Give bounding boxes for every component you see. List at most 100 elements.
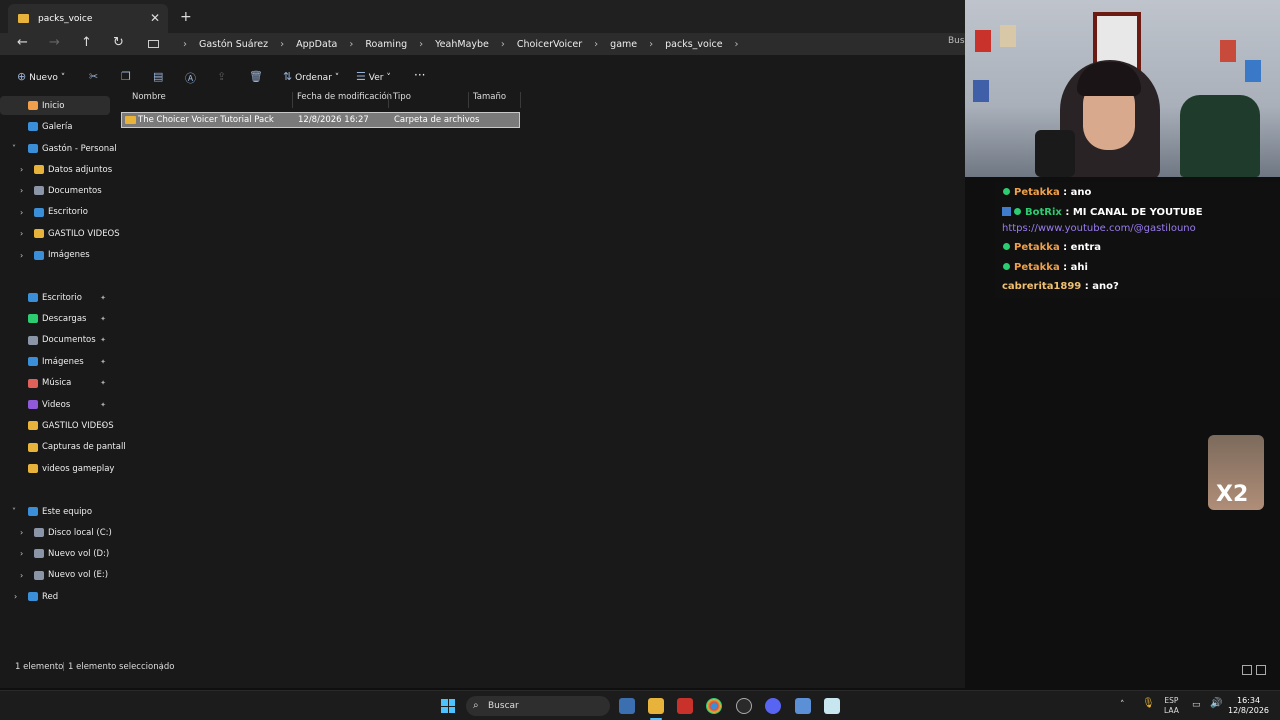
chevron-right-icon[interactable]: › xyxy=(280,39,284,50)
column-divider[interactable] xyxy=(520,92,521,108)
home-icon xyxy=(28,101,38,110)
chevron-right-icon[interactable]: › xyxy=(183,39,187,50)
microphone-icon[interactable]: 🎙 xyxy=(1142,699,1155,709)
chevron-right-icon[interactable]: › xyxy=(594,39,598,50)
column-type[interactable]: Tipo xyxy=(393,92,411,108)
chrome-app-icon[interactable] xyxy=(706,698,722,714)
app-icon[interactable] xyxy=(736,698,752,714)
sidebar-item[interactable]: › GASTILO VIDEOS xyxy=(0,224,120,243)
obs-app-icon[interactable] xyxy=(677,698,693,714)
tiles-view-icon[interactable] xyxy=(1256,665,1266,675)
sidebar-item[interactable]: Capturas de pantall xyxy=(0,438,126,457)
column-divider[interactable] xyxy=(468,92,469,108)
chevron-down-icon[interactable]: ˅ xyxy=(12,144,16,153)
chevron-right-icon[interactable]: › xyxy=(14,592,17,601)
sidebar-item[interactable]: › Nuevo vol (E:) xyxy=(0,566,110,585)
paste-icon[interactable]: ▤ xyxy=(153,70,163,83)
crumb-packs-voice[interactable]: packs_voice xyxy=(665,39,722,50)
notepad-app-icon[interactable] xyxy=(795,698,811,714)
chat-link[interactable]: https://www.youtube.com/@gastilouno xyxy=(1002,223,1196,234)
sort-button[interactable]: ⇅ Ordenar ˅ xyxy=(283,70,339,83)
sidebar-item[interactable]: Imágenes ✦ xyxy=(0,352,110,371)
new-tab-button[interactable]: + xyxy=(180,9,192,25)
refresh-button[interactable]: ↻ xyxy=(113,35,124,50)
sidebar-item[interactable]: Escritorio ✦ xyxy=(0,288,110,307)
sidebar-item[interactable]: ˅ Gastón - Personal xyxy=(0,139,117,158)
back-button[interactable]: ← xyxy=(17,35,28,50)
language-indicator[interactable]: ESP LAA xyxy=(1164,696,1179,716)
volume-icon[interactable]: 🔊 xyxy=(1210,699,1222,709)
cut-icon[interactable]: ✂ xyxy=(89,70,98,83)
sidebar-item[interactable]: Documentos ✦ xyxy=(0,331,110,350)
close-tab-icon[interactable]: ✕ xyxy=(150,11,160,25)
sidebar-item[interactable]: › Nuevo vol (D:) xyxy=(0,544,110,563)
tab-packs-voice[interactable]: packs_voice ✕ xyxy=(8,4,168,33)
column-divider[interactable] xyxy=(292,92,293,108)
chevron-right-icon[interactable]: › xyxy=(419,39,423,50)
share-icon[interactable]: ⇪ xyxy=(217,70,226,83)
cloud-icon xyxy=(28,144,38,153)
sidebar-item[interactable]: ˅ Este equipo xyxy=(0,502,110,521)
sidebar-item[interactable]: › Disco local (C:) xyxy=(0,523,112,542)
crumb-roaming[interactable]: Roaming xyxy=(365,39,407,50)
crumb-yeahmaybe[interactable]: YeahMaybe xyxy=(435,39,489,50)
sidebar-item[interactable]: › Imágenes xyxy=(0,246,110,265)
details-view-icon[interactable] xyxy=(1242,665,1252,675)
sidebar-item[interactable]: › Documentos xyxy=(0,181,110,200)
column-name[interactable]: Nombre xyxy=(132,92,166,108)
chevron-right-icon[interactable]: › xyxy=(20,549,23,558)
copy-icon[interactable]: ❐ xyxy=(121,70,131,83)
up-button[interactable]: ↑ xyxy=(81,35,92,50)
this-pc-icon[interactable] xyxy=(148,40,159,48)
sidebar-item[interactable]: Galería xyxy=(0,117,110,136)
rename-icon[interactable]: Ⓐ xyxy=(185,70,196,86)
chevron-right-icon[interactable]: › xyxy=(20,165,23,174)
chevron-right-icon[interactable]: › xyxy=(735,39,739,50)
discord-app-icon[interactable] xyxy=(765,698,781,714)
sidebar-item[interactable]: videos gameplay xyxy=(0,459,114,478)
view-toggle[interactable] xyxy=(1242,660,1270,679)
sidebar-item[interactable]: › Escritorio xyxy=(0,203,110,222)
chevron-right-icon[interactable]: › xyxy=(20,528,23,537)
chevron-right-icon[interactable]: › xyxy=(501,39,505,50)
file-row-selected[interactable]: The Choicer Voicer Tutorial Pack 12/8/20… xyxy=(121,112,520,128)
sidebar-item[interactable]: Descargas ✦ xyxy=(0,309,110,328)
crumb-game[interactable]: game xyxy=(610,39,637,50)
notes-app-icon[interactable] xyxy=(824,698,840,714)
chevron-right-icon[interactable]: › xyxy=(649,39,653,50)
sidebar-item[interactable]: Inicio xyxy=(0,96,110,115)
chevron-down-icon[interactable]: ˅ xyxy=(12,507,16,516)
sidebar-item[interactable]: Videos ✦ xyxy=(0,395,110,414)
more-options-icon[interactable]: ··· xyxy=(414,68,425,82)
windows-start-icon[interactable] xyxy=(441,699,455,713)
file-explorer-app-icon[interactable] xyxy=(648,698,664,714)
security-app-icon[interactable] xyxy=(619,698,635,714)
delete-icon[interactable]: 🗑 xyxy=(249,70,263,83)
chevron-right-icon[interactable]: › xyxy=(20,571,23,580)
chevron-right-icon[interactable]: › xyxy=(20,251,23,260)
taskbar-search[interactable]: ⌕ Buscar xyxy=(466,696,610,716)
sidebar-item[interactable]: › Datos adjuntos xyxy=(0,160,112,179)
file-date: 12/8/2026 16:27 xyxy=(298,115,369,125)
view-button[interactable]: ☰ Ver ˅ xyxy=(356,70,391,83)
clock[interactable]: 16:34 12/8/2026 xyxy=(1228,696,1269,716)
chevron-right-icon[interactable]: › xyxy=(20,208,23,217)
chevron-right-icon[interactable]: › xyxy=(20,229,23,238)
crumb-choicervoicer[interactable]: ChoicerVoicer xyxy=(517,39,582,50)
crumb-gaston[interactable]: Gastón Suárez xyxy=(199,39,268,50)
crumb-appdata[interactable]: AppData xyxy=(296,39,337,50)
network-icon[interactable]: ▭ xyxy=(1192,700,1201,710)
poster-image xyxy=(973,80,989,102)
column-divider[interactable] xyxy=(388,92,389,108)
column-date[interactable]: Fecha de modificación xyxy=(297,92,392,108)
column-size[interactable]: Tamaño xyxy=(473,92,506,108)
chevron-right-icon[interactable]: › xyxy=(349,39,353,50)
new-button[interactable]: ⊕ Nuevo ˅ xyxy=(17,70,65,83)
sidebar-item[interactable]: › Red xyxy=(0,587,110,606)
sidebar-item[interactable]: Música ✦ xyxy=(0,374,110,393)
chat-message: cabrerita1899 : ano? xyxy=(995,281,1119,292)
chevron-up-icon[interactable]: ˄ xyxy=(1120,700,1125,710)
forward-button[interactable]: → xyxy=(49,35,60,50)
chevron-right-icon[interactable]: › xyxy=(20,186,23,195)
sidebar-item[interactable]: GASTILO VIDEOS ✦ xyxy=(0,416,114,435)
